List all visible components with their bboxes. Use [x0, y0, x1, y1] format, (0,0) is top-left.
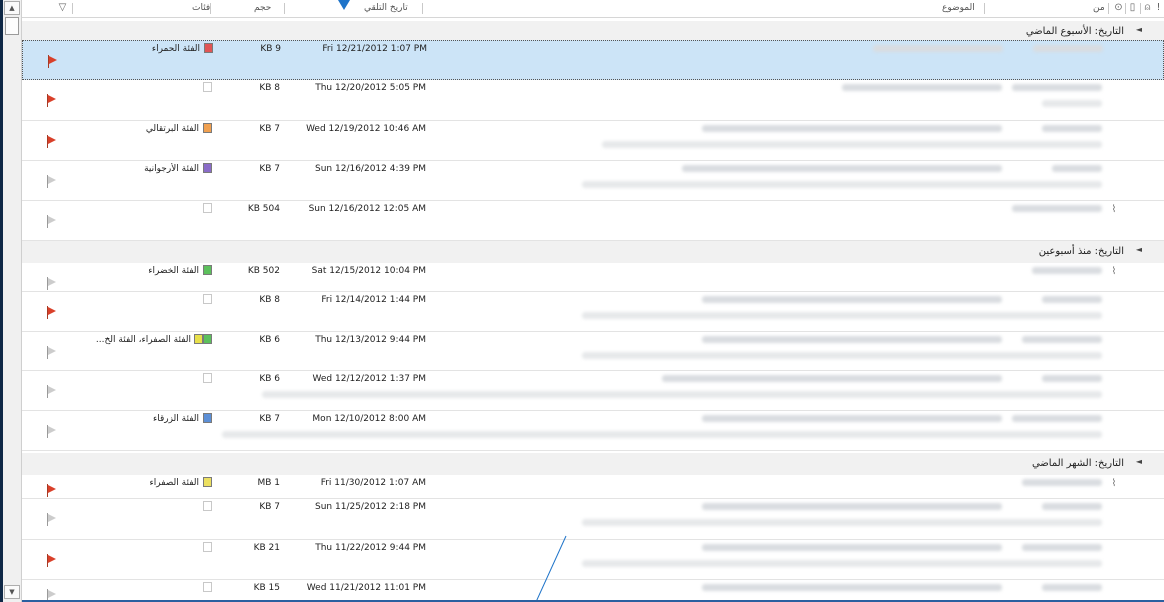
annotation-line — [535, 535, 567, 602]
outlook-window: ▲ ▼ ▽ فئات حجم تاريخ التلقي الموضوع من ⊙… — [0, 0, 1164, 602]
